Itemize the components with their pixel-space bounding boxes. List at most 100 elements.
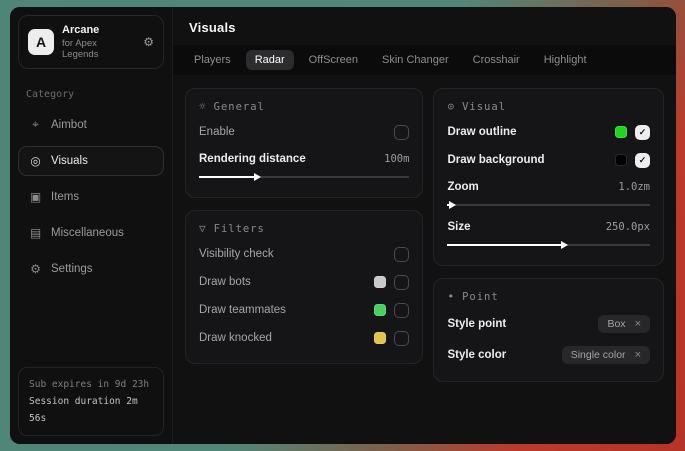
draw-bots-color-swatch[interactable]	[374, 276, 386, 288]
size-label: Size	[447, 221, 470, 233]
tab-bar: Players Radar OffScreen Skin Changer Cro…	[173, 45, 676, 75]
filters-panel-header: ▽ Filters	[199, 222, 409, 235]
visual-panel: ⊙ Visual Draw outline ✓ Draw background	[433, 88, 664, 266]
style-color-tag-value: Single color	[571, 349, 626, 361]
sidebar-item-settings[interactable]: ⚙ Settings	[18, 254, 164, 284]
draw-bots-row: Draw bots	[199, 268, 409, 296]
style-point-select[interactable]: Box ×	[598, 315, 650, 333]
size-value: 250.0px	[606, 221, 650, 233]
draw-teammates-color-swatch[interactable]	[374, 304, 386, 316]
zoom-row: Zoom 1.0zm	[447, 174, 650, 199]
draw-outline-label: Draw outline	[447, 126, 516, 138]
tab-offscreen[interactable]: OffScreen	[300, 50, 367, 70]
content: ☼ General Enable Rendering distance 100m	[173, 75, 676, 395]
gear-icon[interactable]: ⚙	[143, 35, 154, 49]
draw-bots-label: Draw bots	[199, 276, 251, 288]
sidebar-item-visuals[interactable]: ◎ Visuals	[18, 146, 164, 176]
draw-knocked-row: Draw knocked	[199, 324, 409, 352]
app-header-card: A Arcane for Apex Legends ⚙	[18, 15, 164, 69]
session-duration-text: Session duration 2m 56s	[29, 393, 153, 427]
enable-checkbox[interactable]	[394, 125, 409, 140]
zoom-value: 1.0zm	[618, 181, 650, 193]
draw-knocked-color-swatch[interactable]	[374, 332, 386, 344]
filter-icon: ▽	[199, 222, 206, 235]
sliders-icon: ▤	[29, 226, 42, 240]
style-color-select[interactable]: Single color ×	[562, 346, 650, 364]
sidebar-item-miscellaneous[interactable]: ▤ Miscellaneous	[18, 218, 164, 248]
tab-players[interactable]: Players	[185, 50, 240, 70]
draw-outline-color-swatch[interactable]	[615, 126, 627, 138]
sidebar-item-aimbot[interactable]: ⌖ Aimbot	[18, 109, 164, 140]
draw-background-checkbox[interactable]: ✓	[635, 153, 650, 168]
close-icon[interactable]: ×	[635, 349, 641, 361]
category-label: Category	[26, 89, 156, 100]
tab-crosshair[interactable]: Crosshair	[464, 50, 529, 70]
draw-knocked-checkbox[interactable]	[394, 331, 409, 346]
rendering-distance-slider[interactable]	[199, 172, 409, 181]
style-point-tag-value: Box	[607, 318, 625, 330]
main-area: Visuals Players Radar OffScreen Skin Cha…	[173, 7, 676, 444]
page-title: Visuals	[173, 7, 676, 45]
app-window: A Arcane for Apex Legends ⚙ Category ⌖ A…	[10, 7, 676, 444]
enable-row: Enable	[199, 118, 409, 146]
slider-fill	[447, 204, 449, 206]
app-name: Arcane	[62, 24, 135, 36]
tab-highlight[interactable]: Highlight	[535, 50, 596, 70]
sidebar-item-label: Miscellaneous	[51, 227, 124, 239]
eye-icon: ◎	[29, 154, 42, 168]
visibility-check-row: Visibility check	[199, 240, 409, 268]
rendering-distance-value: 100m	[384, 153, 409, 165]
app-logo: A	[28, 29, 54, 55]
slider-fill	[447, 244, 560, 246]
cube-icon: ▣	[29, 190, 42, 204]
style-point-label: Style point	[447, 318, 506, 330]
panel-title: Point	[462, 291, 499, 303]
panel-title: Visual	[462, 101, 506, 113]
draw-bots-checkbox[interactable]	[394, 275, 409, 290]
enable-label: Enable	[199, 126, 235, 138]
draw-background-label: Draw background	[447, 154, 544, 166]
style-color-row: Style color Single color ×	[447, 339, 650, 370]
slider-track	[447, 204, 650, 206]
size-row: Size 250.0px	[447, 214, 650, 239]
general-icon: ☼	[199, 100, 206, 113]
draw-background-row: Draw background ✓	[447, 146, 650, 174]
slider-fill	[199, 176, 254, 178]
sidebar-item-label: Items	[51, 191, 79, 203]
left-column: ☼ General Enable Rendering distance 100m	[185, 88, 423, 364]
size-slider[interactable]	[447, 240, 650, 249]
style-color-label: Style color	[447, 349, 506, 361]
style-point-row: Style point Box ×	[447, 308, 650, 339]
draw-knocked-label: Draw knocked	[199, 332, 272, 344]
filters-panel: ▽ Filters Visibility check Draw bots	[185, 210, 423, 364]
zoom-slider[interactable]	[447, 200, 650, 209]
sidebar-item-label: Aimbot	[51, 119, 87, 131]
tab-skin-changer[interactable]: Skin Changer	[373, 50, 458, 70]
visibility-check-label: Visibility check	[199, 248, 274, 260]
app-title-block: Arcane for Apex Legends	[62, 24, 135, 60]
general-panel: ☼ General Enable Rendering distance 100m	[185, 88, 423, 198]
panel-title: Filters	[214, 223, 265, 235]
right-column: ⊙ Visual Draw outline ✓ Draw background	[433, 88, 664, 382]
draw-outline-row: Draw outline ✓	[447, 118, 650, 146]
draw-teammates-checkbox[interactable]	[394, 303, 409, 318]
app-subtitle: for Apex Legends	[62, 38, 135, 60]
point-panel-header: • Point	[447, 290, 650, 303]
crosshair-icon: ⌖	[29, 117, 42, 132]
zoom-label: Zoom	[447, 181, 478, 193]
visibility-check-checkbox[interactable]	[394, 247, 409, 262]
general-panel-header: ☼ General	[199, 100, 409, 113]
draw-outline-checkbox[interactable]: ✓	[635, 125, 650, 140]
sub-expiry-text: Sub expires in 9d 23h	[29, 376, 153, 393]
rendering-distance-label: Rendering distance	[199, 153, 306, 165]
close-icon[interactable]: ×	[635, 318, 641, 330]
sidebar-item-items[interactable]: ▣ Items	[18, 182, 164, 212]
panel-title: General	[214, 101, 265, 113]
subscription-info-card: Sub expires in 9d 23h Session duration 2…	[18, 367, 164, 436]
point-icon: •	[447, 290, 454, 303]
sidebar: A Arcane for Apex Legends ⚙ Category ⌖ A…	[10, 7, 173, 444]
tab-radar[interactable]: Radar	[246, 50, 294, 70]
draw-background-color-swatch[interactable]	[615, 154, 627, 166]
point-panel: • Point Style point Box × Style color S	[433, 278, 664, 382]
draw-teammates-label: Draw teammates	[199, 304, 286, 316]
